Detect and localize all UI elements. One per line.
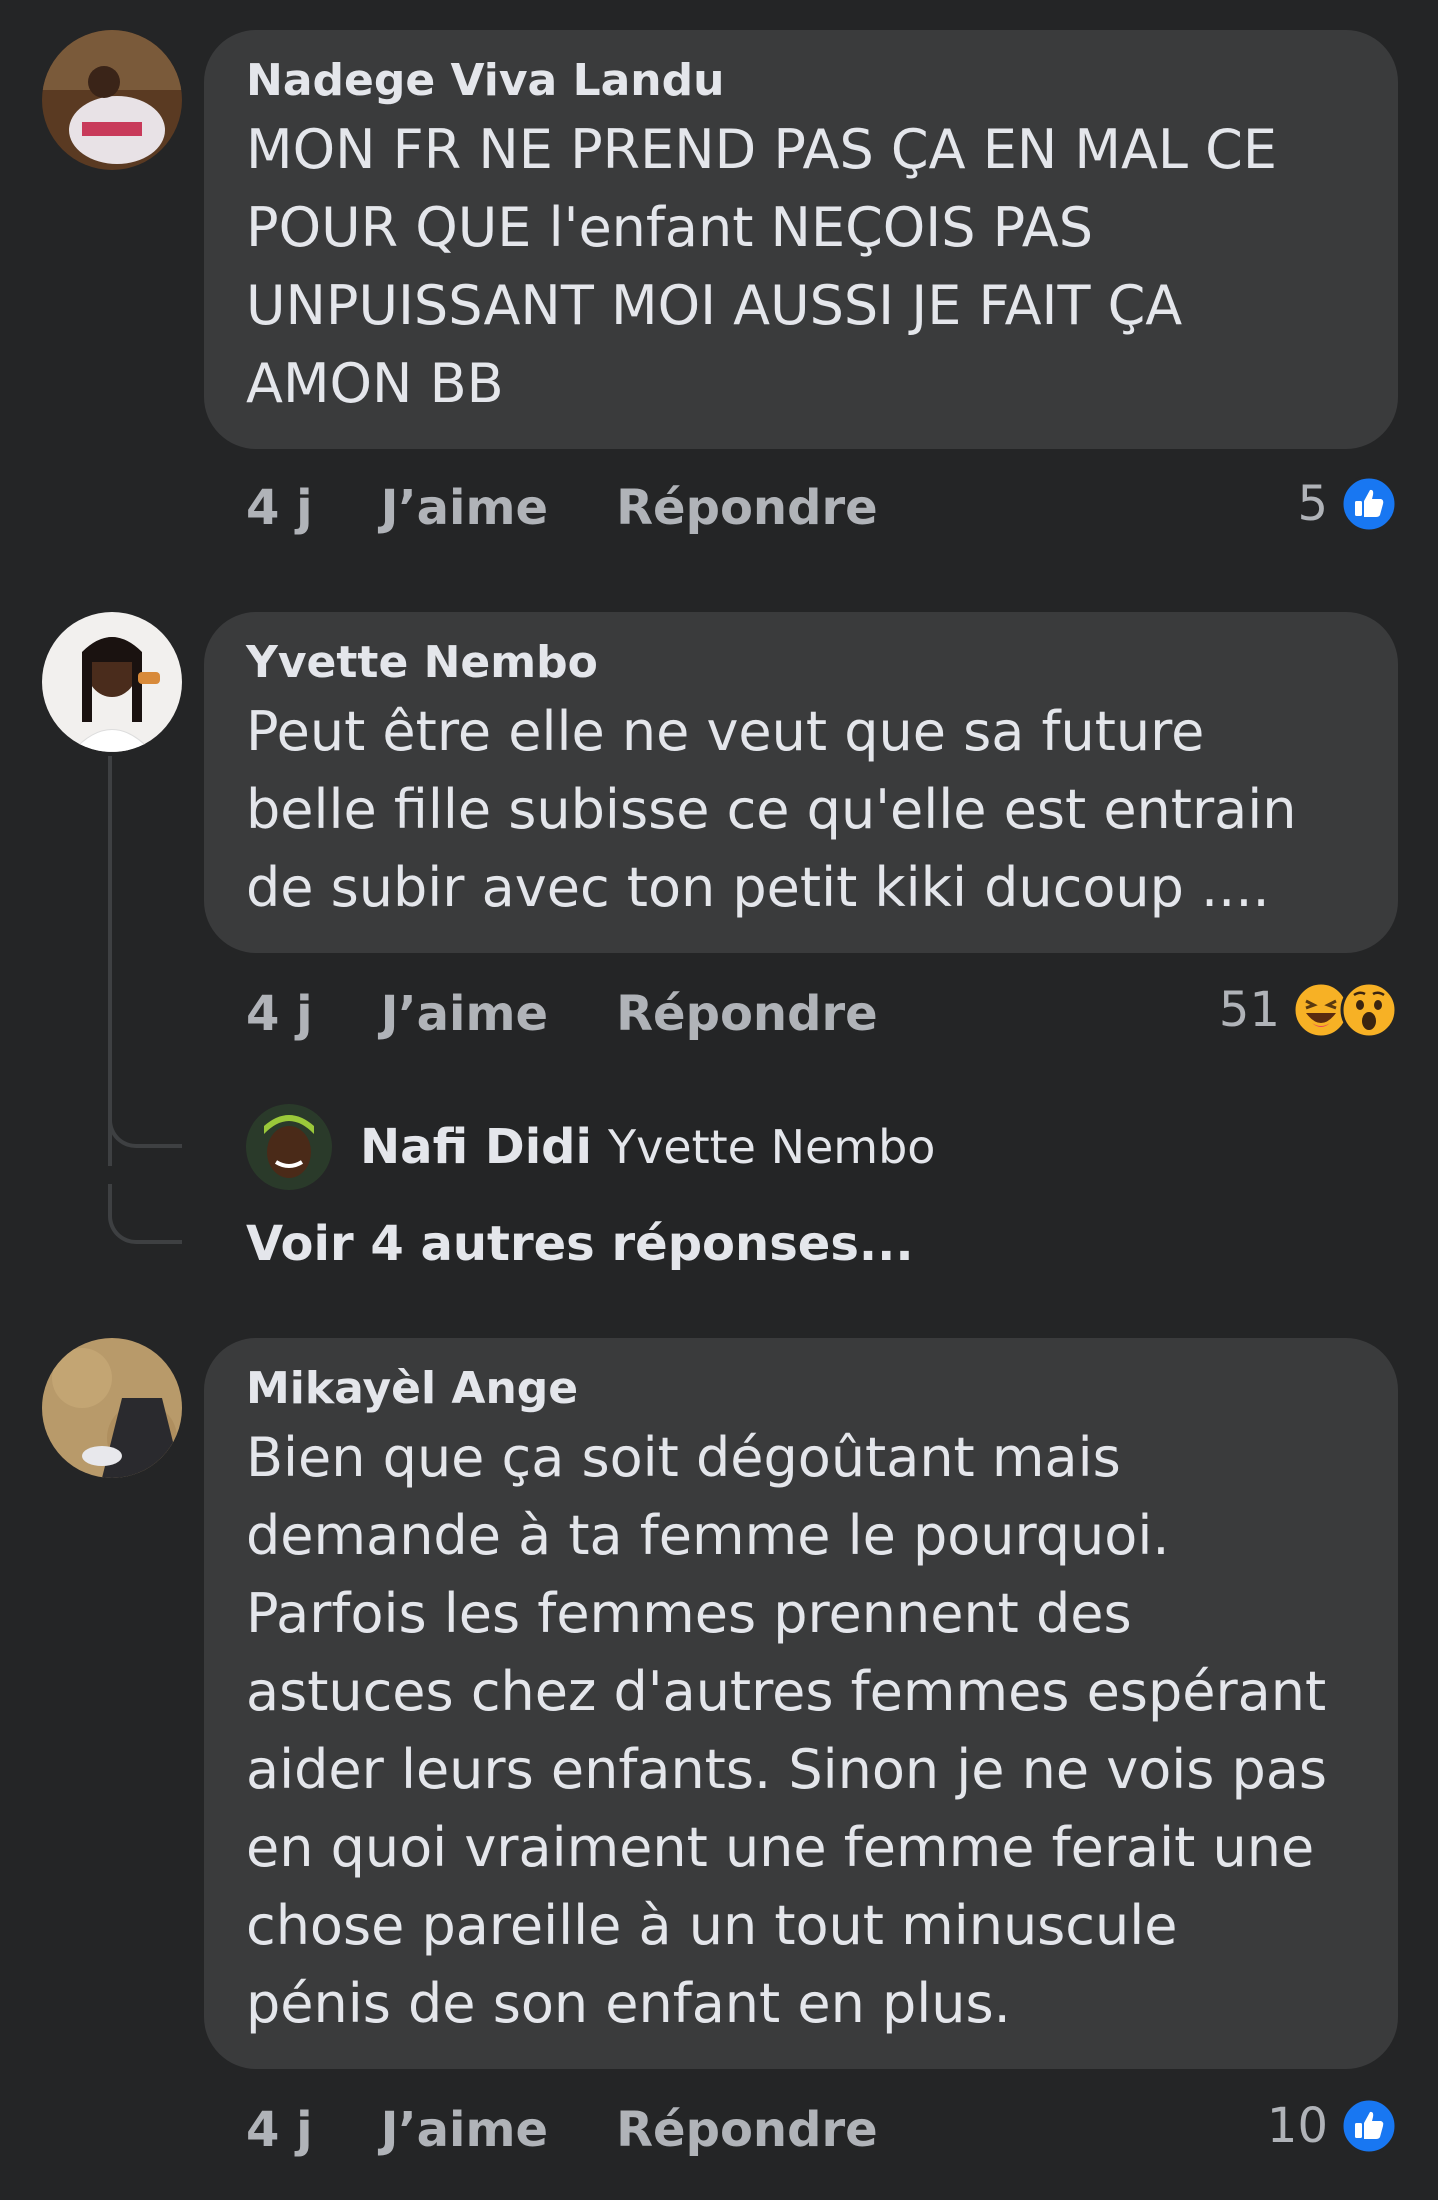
like-icon: [1340, 2097, 1398, 2155]
comment-text: Peut être elle ne veut que sa future bel…: [246, 700, 1297, 920]
thread-branch: [108, 1088, 182, 1148]
avatar-nafi[interactable]: [246, 1104, 332, 1190]
comment-actions: 4 j J’aime Répondre: [246, 2100, 946, 2160]
thread-branch: [108, 1184, 182, 1244]
comment-actions: 4 j J’aime Répondre: [246, 478, 946, 538]
reaction-count: 51: [1218, 982, 1280, 1038]
reaction-summary[interactable]: 5: [1297, 474, 1398, 534]
comment-bubble[interactable]: Nadege Viva Landu MON FR NE PREND PAS ÇA…: [204, 30, 1398, 450]
reaction-summary[interactable]: 51: [1219, 980, 1398, 1040]
comment-author[interactable]: Yvette Nembo: [246, 634, 1360, 691]
reaction-count: 10: [1266, 2098, 1328, 2154]
reply-button[interactable]: Répondre: [616, 480, 878, 536]
reaction-summary[interactable]: 10: [1267, 2096, 1398, 2156]
like-button[interactable]: J’aime: [381, 986, 549, 1042]
view-more-replies-link[interactable]: Voir 4 autres réponses...: [246, 1216, 914, 1272]
comment-text: Bien que ça soit dégoûtant mais demande …: [246, 1426, 1328, 2036]
reply-author[interactable]: Nafi Didi: [360, 1119, 592, 1175]
wow-icon: [1340, 981, 1398, 1039]
reply-preview[interactable]: Nafi Didi Yvette Nembo: [246, 1104, 935, 1190]
avatar-yvette[interactable]: [42, 612, 182, 752]
like-icon: [1340, 475, 1398, 533]
avatar-nadege[interactable]: [42, 30, 182, 170]
comment-bubble[interactable]: Mikayèl Ange Bien que ça soit dégoûtant …: [204, 1338, 1398, 2070]
comment-text: MON FR NE PREND PAS ÇA EN MAL CE POUR QU…: [246, 118, 1278, 416]
avatar-image: [42, 612, 182, 752]
comment-bubble[interactable]: Yvette Nembo Peut être elle ne veut que …: [204, 612, 1398, 954]
avatar-mikayel[interactable]: [42, 1338, 182, 1478]
comment-author[interactable]: Mikayèl Ange: [246, 1360, 1360, 1417]
like-button[interactable]: J’aime: [381, 2102, 549, 2158]
comment-time[interactable]: 4 j: [246, 480, 313, 536]
like-button[interactable]: J’aime: [381, 480, 549, 536]
comment-author[interactable]: Nadege Viva Landu: [246, 52, 1360, 109]
comment-actions: 4 j J’aime Répondre: [246, 984, 946, 1044]
reply-button[interactable]: Répondre: [616, 2102, 878, 2158]
reply-button[interactable]: Répondre: [616, 986, 878, 1042]
reply-mention[interactable]: Yvette Nembo: [608, 1120, 935, 1174]
avatar-image: [42, 1338, 182, 1478]
reaction-count: 5: [1297, 476, 1328, 532]
avatar-image: [42, 30, 182, 170]
comment-time[interactable]: 4 j: [246, 986, 313, 1042]
avatar-image: [246, 1104, 332, 1190]
comment-time[interactable]: 4 j: [246, 2102, 313, 2158]
